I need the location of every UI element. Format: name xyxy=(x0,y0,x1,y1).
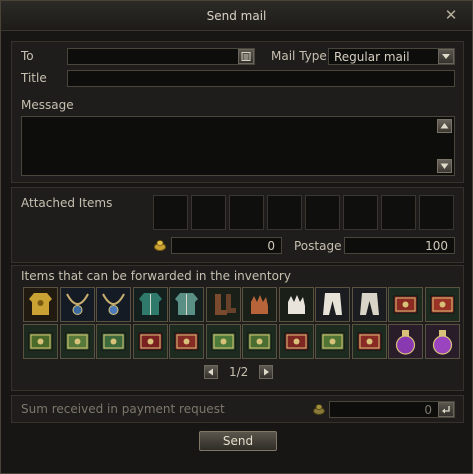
close-icon[interactable]: ✕ xyxy=(442,6,460,24)
purple-potion-icon[interactable] xyxy=(424,324,460,359)
gloves-icon[interactable] xyxy=(242,287,277,322)
to-field[interactable] xyxy=(67,48,255,65)
necklace-icon[interactable] xyxy=(96,287,131,322)
attachment-slot[interactable] xyxy=(267,195,302,230)
enter-icon[interactable] xyxy=(438,402,454,417)
inventory-label: Items that can be forwarded in the inven… xyxy=(21,269,291,283)
pants-icon[interactable] xyxy=(315,287,350,322)
red-book-icon[interactable] xyxy=(169,324,204,359)
to-label: To xyxy=(21,49,34,63)
boots-icon[interactable] xyxy=(205,287,241,322)
attached-items-label: Attached Items xyxy=(21,196,113,210)
postage-label: Postage xyxy=(294,239,342,253)
gloves-icon[interactable] xyxy=(278,287,314,322)
green-book-icon[interactable] xyxy=(242,324,277,359)
pants-icon[interactable] xyxy=(351,287,387,322)
chevron-down-icon[interactable] xyxy=(438,49,454,64)
attachment-slot[interactable] xyxy=(419,195,454,230)
title-field[interactable] xyxy=(67,70,455,87)
send-mail-window: Send mail ✕ To Mail Type Regular mail Ti… xyxy=(0,0,473,474)
message-textarea[interactable] xyxy=(21,116,455,176)
message-label: Message xyxy=(21,98,74,112)
mail-type-value: Regular mail xyxy=(334,50,410,64)
payment-label: Sum received in payment request xyxy=(21,402,225,416)
purple-potion-icon[interactable] xyxy=(388,324,423,359)
red-book-icon[interactable] xyxy=(278,324,314,359)
postage-field: 100 xyxy=(344,237,455,254)
gold-armor-icon[interactable] xyxy=(23,287,58,322)
robe-icon[interactable] xyxy=(169,287,204,322)
prev-page-button[interactable] xyxy=(204,365,218,379)
postage-value: 100 xyxy=(425,239,448,253)
mail-type-label: Mail Type xyxy=(271,49,327,63)
green-book-icon[interactable] xyxy=(315,324,350,359)
green-book-icon[interactable] xyxy=(23,324,58,359)
attachment-slot[interactable] xyxy=(343,195,378,230)
adena-value: 0 xyxy=(267,239,275,253)
title-bar[interactable]: Send mail ✕ xyxy=(1,1,472,31)
attachment-slot[interactable] xyxy=(305,195,340,230)
send-button[interactable]: Send xyxy=(199,431,277,451)
attachment-slot[interactable] xyxy=(229,195,264,230)
green-book-icon[interactable] xyxy=(205,324,241,359)
attachment-slot[interactable] xyxy=(191,195,226,230)
scroll-down-icon[interactable] xyxy=(437,159,452,173)
adena-field[interactable]: 0 xyxy=(171,237,282,254)
payment-field: 0 xyxy=(329,401,455,418)
scroll-up-icon[interactable] xyxy=(437,119,452,133)
address-book-icon[interactable] xyxy=(238,49,254,64)
attachment-slot[interactable] xyxy=(153,195,188,230)
page-indicator: 1/2 xyxy=(229,365,249,379)
red-book-icon[interactable] xyxy=(132,324,168,359)
red-book-icon[interactable] xyxy=(388,287,423,322)
window-title: Send mail xyxy=(206,9,267,23)
mail-type-select[interactable]: Regular mail xyxy=(328,48,455,65)
necklace-icon[interactable] xyxy=(59,287,95,322)
title-label: Title xyxy=(21,71,47,85)
next-page-button[interactable] xyxy=(259,365,273,379)
attachment-slot[interactable] xyxy=(381,195,416,230)
green-book-icon[interactable] xyxy=(59,324,95,359)
red-book-icon[interactable] xyxy=(351,324,387,359)
payment-value: 0 xyxy=(424,403,432,417)
adena-icon xyxy=(153,239,167,251)
robe-icon[interactable] xyxy=(132,287,168,322)
adena-icon xyxy=(312,403,326,415)
red-book-icon[interactable] xyxy=(424,287,460,322)
green-book-icon[interactable] xyxy=(96,324,131,359)
